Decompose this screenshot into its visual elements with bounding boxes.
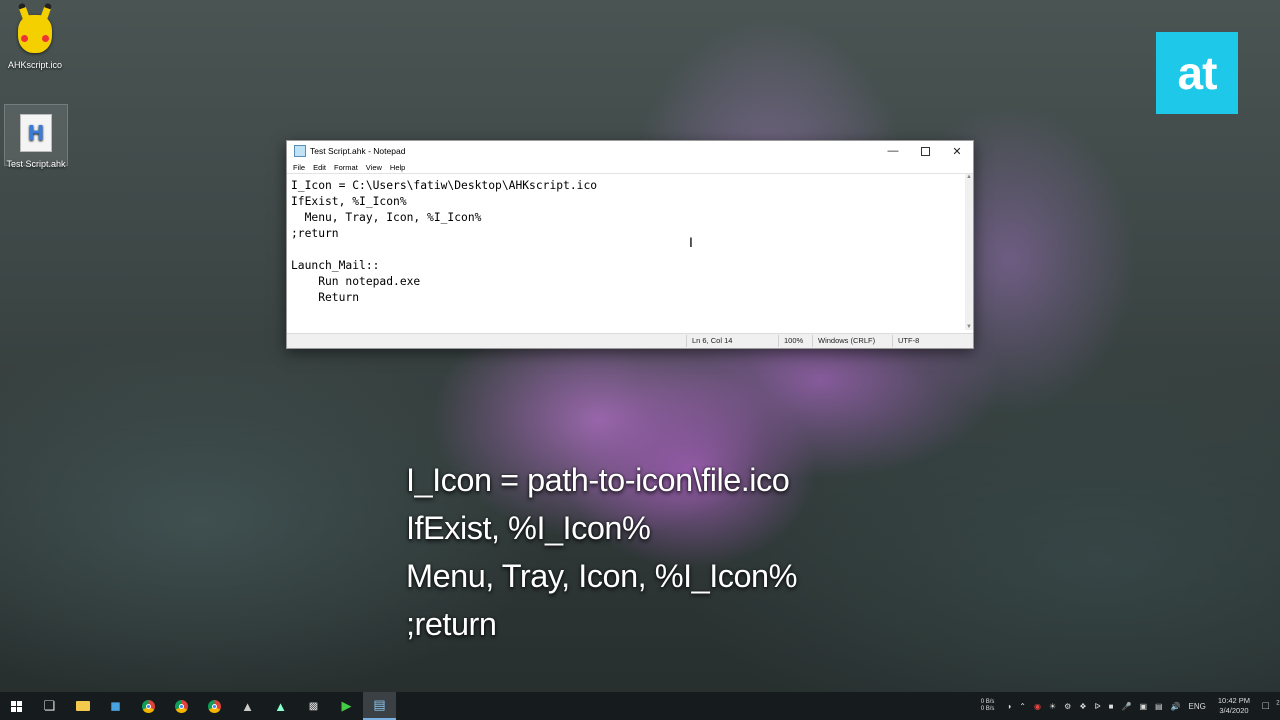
clock[interactable]: 10:42 PM 3/4/2020: [1210, 696, 1258, 716]
line-ending: Windows (CRLF): [818, 336, 876, 345]
caption-line: ;return: [406, 606, 497, 642]
taskbar-chrome-1[interactable]: [132, 692, 165, 720]
taskbar-app[interactable]: ▶: [330, 692, 363, 720]
desktop-icon-label: AHKscript.ico: [7, 60, 62, 70]
window-title: Test Script.ahk - Notepad: [310, 146, 406, 156]
taskbar-explorer[interactable]: [66, 692, 99, 720]
maximize-icon: [920, 146, 930, 156]
language-indicator[interactable]: ENG: [1185, 702, 1210, 711]
caption-line: I_Icon = path-to-icon\file.ico: [406, 462, 790, 498]
taskbar-chrome-3[interactable]: [198, 692, 231, 720]
encoding: UTF-8: [898, 336, 920, 345]
taskbar-chrome-2[interactable]: [165, 692, 198, 720]
network-speed: 0 B/s 0 B/s: [981, 699, 1003, 713]
pikachu-icon: [11, 10, 59, 58]
menu-edit[interactable]: Edit: [309, 163, 330, 172]
tray-app-icon[interactable]: ■: [1105, 702, 1118, 711]
dropbox-icon[interactable]: ❖: [1075, 702, 1090, 711]
maximize-button[interactable]: [909, 141, 941, 161]
video-caption: I_Icon = path-to-icon\file.ico IfExist, …: [406, 456, 798, 648]
close-button[interactable]: ✕: [941, 141, 973, 161]
network-upload: 0 B/s: [980, 699, 995, 705]
record-icon[interactable]: ◉: [1030, 702, 1045, 711]
caption-line: IfExist, %I_Icon%: [406, 510, 651, 546]
menu-bar: File Edit Format View Help: [287, 161, 973, 173]
scroll-up-icon[interactable]: ▲: [965, 174, 973, 180]
taskbar: ❏ ◼ ▲ ▲ ▩ ▶ ▤ 0 B/s 0 B/s ◑ ⌃ ◉ ☀ ⚙ ❖ ᐉ …: [0, 692, 1280, 720]
app-icon: ▲: [274, 698, 287, 714]
notepad-app-icon: [294, 145, 306, 157]
text-cursor-icon: I: [689, 234, 693, 250]
chevron-up-icon[interactable]: ⌃: [1015, 702, 1030, 711]
zoom-level: 100%: [784, 336, 804, 345]
system-tray: 0 B/s 0 B/s ◑ ⌃ ◉ ☀ ⚙ ❖ ᐉ ■ 🎤 ▣ ▤ 🔊 ENG …: [981, 692, 1280, 720]
addictivetips-logo: at: [1156, 32, 1238, 114]
editor-content[interactable]: I_Icon = C:\Users\fatiw\Desktop\AHKscrip…: [287, 174, 973, 306]
minimize-icon: —: [887, 145, 899, 157]
ahk-file-icon: H: [12, 109, 60, 157]
task-view-icon: ❏: [43, 698, 56, 713]
close-icon: ✕: [952, 145, 962, 158]
taskbar-app[interactable]: ◼: [99, 692, 132, 720]
start-button[interactable]: [0, 692, 33, 720]
volume-icon[interactable]: 🔊: [1167, 702, 1185, 711]
tray-app-icon[interactable]: ▣: [1135, 702, 1151, 711]
tray-app-icon[interactable]: ☀: [1045, 702, 1060, 711]
menu-view[interactable]: View: [362, 163, 386, 172]
desktop-icon-ahkscript[interactable]: AHKscript.ico: [4, 6, 66, 70]
text-editor-area[interactable]: I_Icon = C:\Users\fatiw\Desktop\AHKscrip…: [287, 173, 973, 334]
menu-help[interactable]: Help: [386, 163, 409, 172]
notifications-button[interactable]: □ 2: [1258, 700, 1280, 712]
microphone-icon[interactable]: 🎤: [1117, 702, 1135, 711]
cursor-position: Ln 6, Col 14: [692, 336, 733, 345]
menu-file[interactable]: File: [289, 163, 309, 172]
caption-line: Menu, Tray, Icon, %I_Icon%: [406, 558, 798, 594]
notification-icon: □: [1262, 700, 1270, 712]
clock-time: 10:42 PM: [1217, 696, 1250, 705]
desktop-icon-test-script[interactable]: H Test Script.ahk: [4, 104, 68, 169]
desktop-icon-label: Test Script.ahk: [6, 159, 66, 169]
chrome-icon: [175, 699, 188, 713]
notepad-window: Test Script.ahk - Notepad — ✕ File Edit …: [286, 140, 974, 349]
network-icon[interactable]: ▤: [1151, 702, 1167, 711]
app-icon: ▶: [341, 698, 352, 713]
bluetooth-icon[interactable]: ᐉ: [1090, 702, 1104, 711]
vertical-scrollbar[interactable]: ▲ ▼: [965, 174, 973, 330]
clock-date: 3/4/2020: [1219, 706, 1249, 715]
folder-icon: [75, 701, 90, 711]
menu-format[interactable]: Format: [330, 163, 362, 172]
tray-app-icon[interactable]: ◑: [1002, 702, 1015, 711]
taskbar-terminal[interactable]: ▩: [297, 692, 330, 720]
taskbar-app[interactable]: ▲: [264, 692, 297, 720]
taskbar-app[interactable]: ▲: [231, 692, 264, 720]
scroll-down-icon[interactable]: ▼: [965, 324, 973, 330]
chrome-icon: [208, 699, 221, 713]
network-download: 0 B/s: [980, 706, 995, 712]
terminal-icon: ▩: [308, 700, 319, 712]
title-bar[interactable]: Test Script.ahk - Notepad — ✕: [287, 141, 973, 161]
status-bar: Ln 6, Col 14 100% Windows (CRLF) UTF-8: [287, 333, 973, 348]
settings-icon[interactable]: ⚙: [1060, 702, 1075, 711]
chrome-icon: [142, 699, 155, 713]
windows-icon: [11, 700, 22, 712]
notepad-icon: ▤: [373, 697, 386, 712]
taskbar-notepad[interactable]: ▤: [363, 692, 396, 720]
task-view-button[interactable]: ❏: [33, 692, 66, 720]
app-icon: ▲: [241, 698, 254, 714]
app-icon: ◼: [110, 698, 121, 713]
notification-count: 2: [1276, 700, 1280, 707]
minimize-button[interactable]: —: [877, 141, 909, 161]
